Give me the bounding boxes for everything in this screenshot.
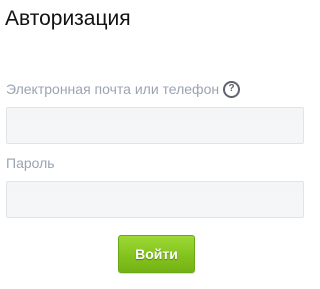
password-label-row: Пароль (6, 154, 55, 172)
form-title: Авторизация (5, 7, 131, 30)
password-label: Пароль (6, 155, 55, 171)
login-label: Электронная почта или телефон (6, 81, 220, 97)
password-input[interactable] (6, 181, 304, 218)
login-label-row: Электронная почта или телефон ? (6, 80, 241, 98)
login-input[interactable] (6, 107, 304, 144)
question-circle-icon[interactable]: ? (223, 80, 241, 98)
login-form: Авторизация Электронная почта или телефо… (0, 0, 316, 289)
login-button[interactable]: Войти (118, 235, 195, 273)
help-glyph: ? (228, 83, 235, 94)
